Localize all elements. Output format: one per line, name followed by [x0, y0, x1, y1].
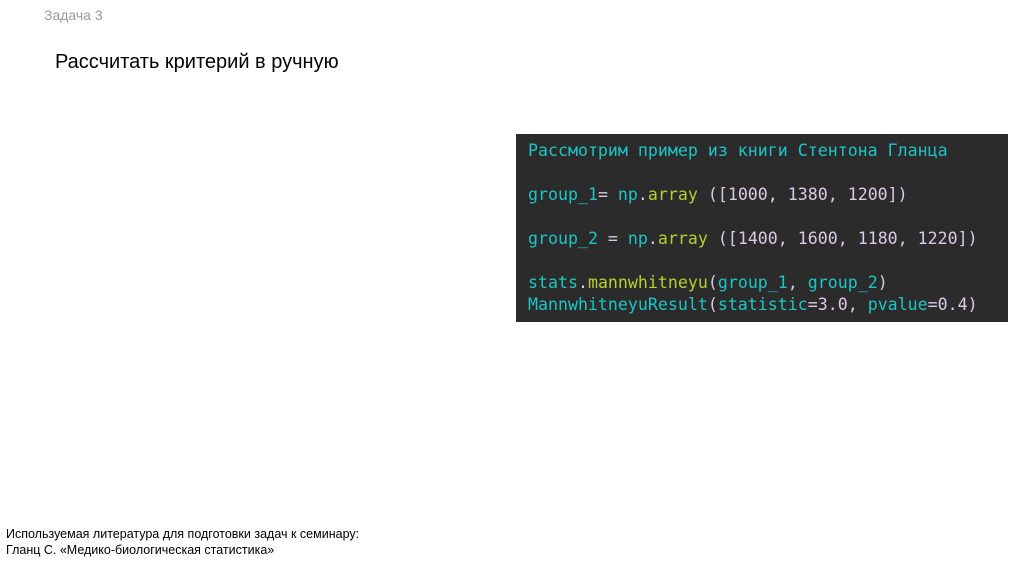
code-token: .	[577, 273, 588, 292]
code-token: .	[647, 229, 658, 248]
code-line: Рассмотрим пример из книги Стентона Глан…	[528, 140, 1008, 162]
task-label: Задача 3	[44, 7, 103, 23]
code-token: ,	[787, 273, 808, 292]
code-line: MannwhitneyuResult(statistic=3.0, pvalue…	[528, 294, 1008, 316]
code-token: group_1	[528, 185, 598, 204]
code-token: =	[597, 185, 618, 204]
code-line: group_2 = np.array ([1400, 1600, 1180, 1…	[528, 228, 1008, 250]
code-token: =0.4)	[927, 295, 978, 314]
references-heading: Используемая литература для подготовки з…	[6, 527, 360, 541]
code-line: stats.mannwhitneyu(group_1, group_2)	[528, 272, 1008, 294]
code-token: (	[707, 273, 718, 292]
code-token: group_2	[528, 229, 598, 248]
code-token: mannwhitneyu	[587, 273, 708, 292]
code-token: MannwhitneyuResult	[528, 295, 708, 314]
code-token: =3.0,	[807, 295, 868, 314]
code-token: Рассмотрим пример из книги Стентона Глан…	[528, 141, 948, 160]
code-token: ([1400, 1600, 1180, 1220])	[707, 229, 978, 248]
code-token: group_2	[807, 273, 878, 292]
code-token: stats	[528, 273, 578, 292]
code-token: array	[647, 185, 698, 204]
references: Используемая литература для подготовки з…	[6, 526, 359, 558]
code-token: statistic	[717, 295, 808, 314]
reference-item: Гланц С. «Медико-биологическая статистик…	[6, 543, 275, 557]
page-title: Рассчитать критерий в ручную	[55, 51, 339, 73]
code-token: .	[637, 185, 648, 204]
code-block: Рассмотрим пример из книги Стентона Глан…	[516, 134, 1008, 322]
code-token: )	[877, 273, 888, 292]
code-token: =	[597, 229, 628, 248]
code-token: np	[627, 229, 648, 248]
code-token: (	[707, 295, 718, 314]
code-token: ([1000, 1380, 1200])	[697, 185, 908, 204]
code-line: group_1= np.array ([1000, 1380, 1200])	[528, 184, 1008, 206]
code-token: group_1	[717, 273, 788, 292]
code-token: pvalue	[867, 295, 928, 314]
code-token: np	[617, 185, 638, 204]
code-token: array	[657, 229, 708, 248]
